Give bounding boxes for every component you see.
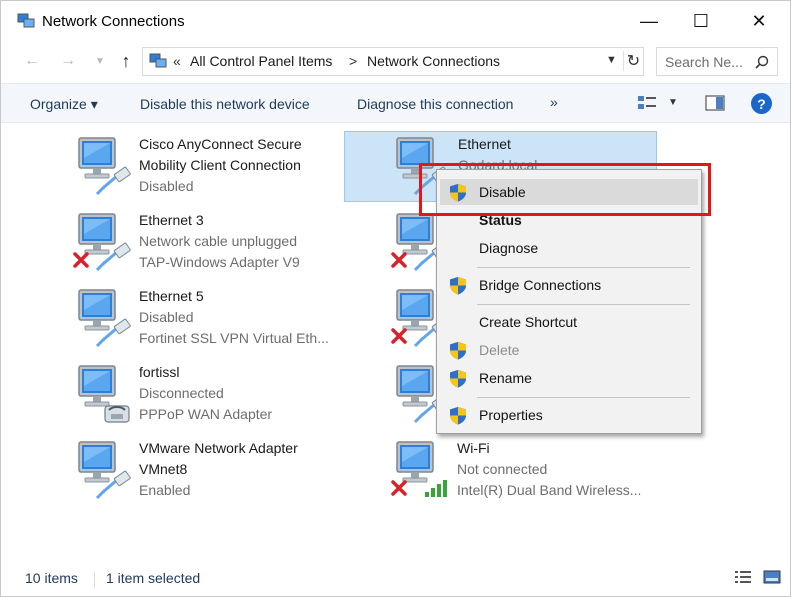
menu-item-properties[interactable]: Properties: [440, 402, 698, 428]
connection-item-fortissl[interactable]: fortissl Disconnected PPPoP WAN Adapter: [73, 364, 383, 436]
recent-locations-chevron-icon[interactable]: ▼: [89, 50, 111, 72]
menu-item-delete: Delete: [440, 337, 698, 363]
menu-item-label: Diagnose: [479, 240, 539, 256]
connection-item-ethernet-3[interactable]: Ethernet 3 Network cable unplugged TAP-W…: [73, 212, 383, 284]
help-icon[interactable]: ?: [751, 93, 772, 114]
connection-status: Enabled: [139, 482, 191, 498]
network-adapter-icon: [78, 137, 133, 196]
connection-item-vmware-vmnet8[interactable]: VMware Network Adapter VMnet8 Enabled: [73, 440, 383, 512]
connection-item-hidden-3[interactable]: [391, 364, 451, 436]
menu-separator: [477, 304, 690, 305]
window-title: Network Connections: [42, 13, 185, 30]
connection-name-continued: Mobility Client Connection: [139, 157, 301, 173]
wifi-adapter-icon: [391, 441, 447, 497]
address-bar[interactable]: « All Control Panel Items > Network Conn…: [142, 47, 644, 76]
back-arrow-icon[interactable]: ←: [21, 50, 43, 72]
connection-adapter: Intel(R) Dual Band Wireless...: [457, 482, 642, 498]
breadcrumb-overflow[interactable]: «: [173, 53, 181, 69]
preview-pane-icon[interactable]: [705, 94, 725, 112]
connection-adapter: TAP-Windows Adapter V9: [139, 254, 300, 270]
more-commands-button[interactable]: »: [550, 94, 558, 110]
large-icons-view-icon[interactable]: [763, 570, 781, 584]
network-adapter-icon: [78, 441, 133, 500]
status-separator: [94, 572, 95, 588]
change-view-icon[interactable]: [637, 94, 657, 112]
breadcrumb-separator[interactable]: >: [349, 53, 357, 69]
breadcrumb-network-connections[interactable]: Network Connections: [367, 53, 500, 69]
command-bar: Organize ▾ Disable this network device D…: [1, 83, 790, 123]
connection-name: VMware Network Adapter: [139, 440, 298, 456]
organize-menu[interactable]: Organize ▾: [30, 96, 98, 113]
close-button[interactable]: ✕: [736, 1, 782, 41]
menu-item-label: Rename: [479, 370, 532, 386]
connection-item-wifi[interactable]: Wi-Fi Not connected Intel(R) Dual Band W…: [391, 440, 701, 512]
diagnose-connection-button[interactable]: Diagnose this connection: [357, 96, 513, 112]
uac-shield-icon: [450, 342, 466, 360]
connection-status: Disabled: [139, 178, 194, 194]
menu-item-label: Bridge Connections: [479, 277, 602, 293]
connection-item-hidden-2[interactable]: [391, 288, 451, 360]
disable-device-button[interactable]: Disable this network device: [140, 96, 310, 112]
connection-adapter: Fortinet SSL VPN Virtual Eth...: [139, 330, 329, 346]
uac-shield-icon: [450, 370, 466, 388]
details-view-icon[interactable]: [734, 570, 752, 584]
connection-name: Ethernet 5: [139, 288, 204, 304]
connection-adapter: PPPoP WAN Adapter: [139, 406, 273, 422]
connection-name: fortissl: [139, 364, 180, 380]
menu-item-rename[interactable]: Rename: [440, 365, 698, 391]
view-options-dropdown-icon[interactable]: ▼: [668, 97, 678, 108]
connection-name: Wi-Fi: [457, 440, 490, 456]
item-count: 10 items: [25, 570, 78, 586]
connection-status: Network cable unplugged: [139, 233, 297, 249]
menu-item-label: Delete: [479, 342, 520, 358]
address-dropdown-icon[interactable]: ▼: [606, 54, 617, 66]
connection-item-hidden-1[interactable]: [391, 212, 451, 284]
menu-separator: [477, 397, 690, 398]
maximize-button[interactable]: ☐: [678, 1, 724, 41]
connection-name: Ethernet: [458, 136, 511, 152]
connection-name: Cisco AnyConnect Secure: [139, 136, 302, 152]
search-icon[interactable]: [755, 55, 769, 69]
selection-count: 1 item selected: [106, 570, 201, 586]
menu-item-bridge-connections[interactable]: Bridge Connections: [440, 272, 698, 298]
menu-item-diagnose[interactable]: Diagnose: [440, 235, 698, 261]
connection-status: Not connected: [457, 461, 548, 477]
connection-name-continued: VMnet8: [139, 461, 188, 477]
search-placeholder: Search Ne...: [665, 54, 743, 70]
up-arrow-icon[interactable]: ↑: [115, 50, 137, 72]
connection-item-cisco-anyconnect[interactable]: Cisco AnyConnect Secure Mobility Client …: [73, 136, 383, 208]
dialup-modem-icon: [78, 365, 130, 423]
navigation-bar: ← → ▼ ↑ « All Control Panel Items > Netw…: [1, 42, 790, 80]
search-input[interactable]: Search Ne...: [656, 47, 778, 76]
connection-status: Disconnected: [139, 385, 224, 401]
refresh-icon[interactable]: ↻: [623, 51, 643, 71]
minimize-button[interactable]: —: [626, 1, 672, 41]
uac-shield-icon: [450, 277, 466, 295]
breadcrumb-control-panel[interactable]: All Control Panel Items: [190, 53, 332, 69]
menu-item-create-shortcut[interactable]: Create Shortcut: [440, 309, 698, 335]
connection-item-ethernet-5[interactable]: Ethernet 5 Disabled Fortinet SSL VPN Vir…: [73, 288, 383, 360]
network-connections-window: Network Connections — ☐ ✕ ← → ▼ ↑ « All …: [0, 0, 791, 597]
title-bar[interactable]: Network Connections — ☐ ✕: [1, 1, 790, 41]
menu-separator: [477, 267, 690, 268]
menu-item-label: Create Shortcut: [479, 314, 578, 330]
connection-status: Disabled: [139, 309, 194, 325]
network-adapter-icon: [78, 289, 133, 348]
connection-name: Ethernet 3: [139, 212, 204, 228]
menu-item-label: Properties: [479, 407, 543, 423]
control-panel-icon: [149, 53, 167, 68]
forward-arrow-icon[interactable]: →: [57, 50, 79, 72]
network-connections-icon: [17, 13, 35, 28]
highlight-annotation-box: [419, 163, 711, 216]
uac-shield-icon: [450, 407, 466, 425]
network-adapter-icon: [73, 213, 133, 272]
status-bar: 10 items 1 item selected: [1, 565, 790, 596]
